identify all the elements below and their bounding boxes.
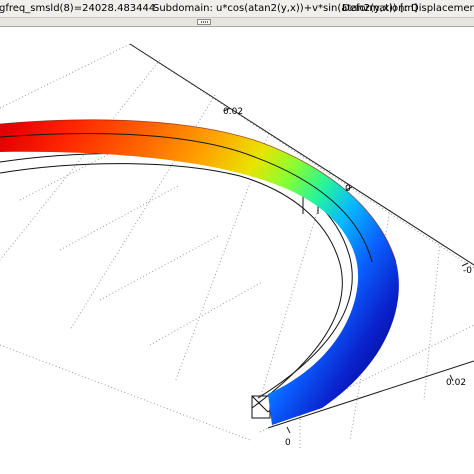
tick-label-x-bottom: 0 xyxy=(285,438,291,448)
tick-label-right-partial: -0 xyxy=(463,266,472,276)
deformation-label: Deformation: Displacement xyxy=(342,3,474,14)
tick-label-x-right: 0.02 xyxy=(446,378,466,388)
panel-splitter[interactable] xyxy=(0,18,474,27)
3d-plot-canvas[interactable]: 0.02 0 -0 0.02 0 xyxy=(0,27,474,474)
comsol-plot-window: gfreq_smsld(8)=24028.483444 Subdomain: u… xyxy=(0,0,474,474)
splitter-grip-icon[interactable] xyxy=(197,19,211,25)
plot-status-bar: gfreq_smsld(8)=24028.483444 Subdomain: u… xyxy=(0,0,474,18)
tick-label-y-top: 0.02 xyxy=(223,107,243,117)
eigenfrequency-label: gfreq_smsld(8)=24028.483444 xyxy=(0,3,156,14)
axis-box xyxy=(0,43,474,448)
